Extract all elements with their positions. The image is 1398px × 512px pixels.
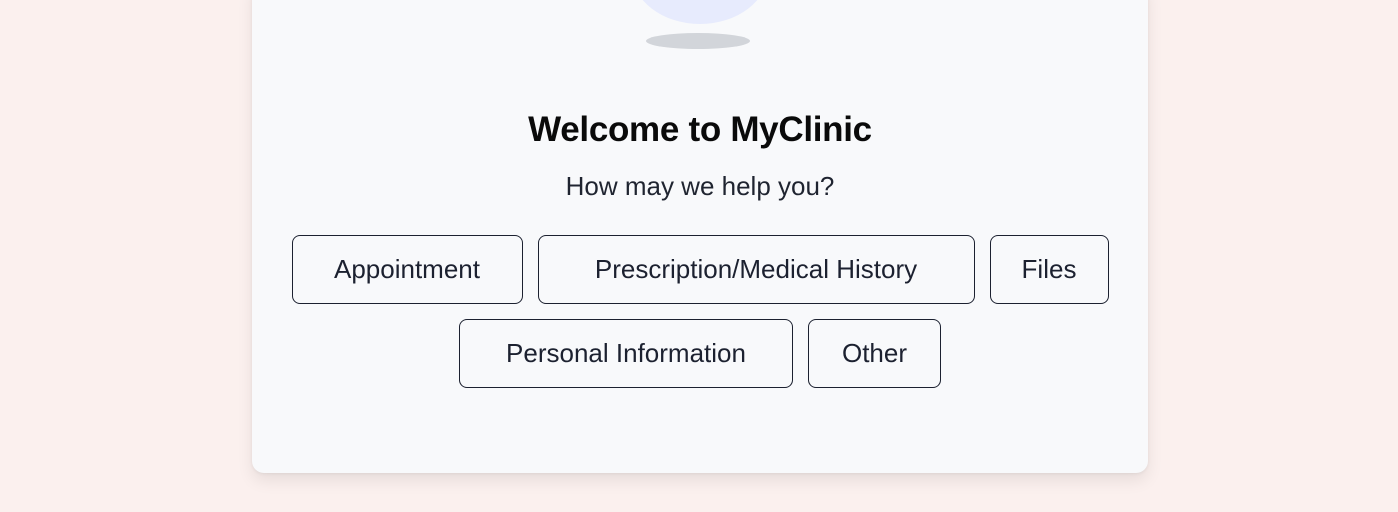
page-title: Welcome to MyClinic — [528, 110, 872, 149]
avatar — [632, 0, 768, 24]
option-row: Appointment Prescription/Medical History… — [252, 235, 1148, 304]
welcome-card: Welcome to MyClinic How may we help you?… — [252, 0, 1148, 473]
option-buttons: Appointment Prescription/Medical History… — [252, 235, 1148, 403]
personal-information-button[interactable]: Personal Information — [459, 319, 793, 388]
help-prompt: How may we help you? — [565, 171, 835, 201]
files-button[interactable]: Files — [989, 235, 1109, 304]
avatar-shadow — [646, 33, 750, 49]
other-button[interactable]: Other — [808, 319, 941, 388]
appointment-button[interactable]: Appointment — [291, 235, 523, 304]
option-row: Personal Information Other — [252, 319, 1148, 388]
prescription-medical-history-button[interactable]: Prescription/Medical History — [537, 235, 975, 304]
